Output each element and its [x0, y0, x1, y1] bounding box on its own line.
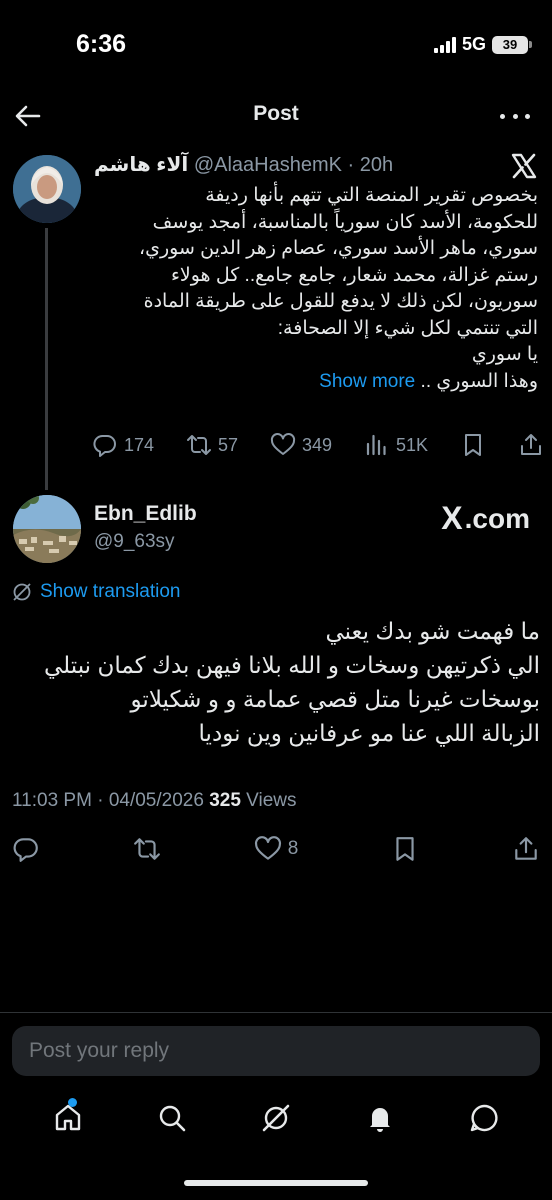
share-button[interactable] — [518, 432, 544, 458]
bottom-nav — [0, 1098, 552, 1138]
reply-button[interactable] — [12, 835, 40, 863]
signal-icon — [433, 36, 456, 53]
source-watermark: X .com — [441, 500, 530, 537]
notifications-icon — [370, 1108, 390, 1132]
heart-icon — [270, 433, 296, 455]
share-icon — [515, 837, 537, 860]
post-date: 04/05/2026 — [108, 790, 204, 811]
avatar[interactable] — [13, 495, 81, 563]
repost-count: 57 — [218, 434, 239, 455]
bookmark-button[interactable] — [391, 835, 419, 863]
post-line: وهذا السوري .. — [420, 370, 538, 392]
show-translation-label: Show translation — [40, 581, 181, 602]
post-last-line: وهذا السوري .. Show more — [94, 369, 538, 396]
post-line: التي تنتمي لكل شيء إلا الصحافة: — [277, 317, 538, 339]
views-count[interactable]: 325 — [209, 790, 241, 811]
author-name[interactable]: Ebn_Edlib — [94, 502, 197, 526]
x-brand-icon: X — [441, 500, 463, 536]
quoted-post-text: بخصوص تقرير المنصة التي تتهم بأنها رديفة… — [94, 183, 538, 395]
reply-button[interactable]: 174 — [92, 432, 154, 458]
post-line: للحكومة، الأسد كان سورياً بالمناسبة، أمج… — [152, 211, 538, 233]
like-button[interactable]: 8 — [254, 835, 299, 863]
divider — [0, 1012, 552, 1013]
repost-icon — [187, 435, 212, 455]
thread-connector — [45, 228, 48, 490]
post-line: ما فهمت شو بدك يعني — [325, 618, 540, 644]
author-handle[interactable]: @9_63sy — [94, 531, 175, 553]
bookmark-button[interactable] — [460, 432, 486, 458]
home-icon — [55, 1104, 81, 1131]
x-logo-icon — [510, 152, 538, 180]
quoted-post-header: آلاء هاشم @AlaaHashemK · 20h — [94, 152, 393, 177]
repost-button[interactable]: 57 — [186, 432, 238, 458]
views-count: 51K — [396, 434, 429, 455]
home-indicator — [184, 1180, 368, 1186]
search-icon — [159, 1105, 186, 1132]
status-time: 6:36 — [76, 30, 127, 58]
separator-dot: · — [341, 154, 360, 176]
post-line: يا سوري — [471, 344, 538, 365]
like-count: 349 — [302, 434, 333, 455]
author-handle[interactable]: @AlaaHashemK — [194, 154, 342, 176]
nav-home[interactable] — [48, 1098, 88, 1138]
post-line: بخصوص تقرير المنصة التي تتهم بأنها رديفة — [205, 185, 538, 206]
show-translation-button[interactable]: Show translation — [12, 581, 180, 603]
post-line: الي ذكرتيهن وسخات و الله بلانا فيهن بدك … — [44, 652, 540, 678]
show-more-link[interactable]: Show more — [319, 371, 415, 392]
repost-button[interactable] — [133, 835, 161, 863]
bookmark-icon — [396, 837, 414, 861]
heart-icon — [254, 836, 281, 860]
author-name[interactable]: آلاء هاشم — [94, 154, 188, 176]
globe-slash-icon — [13, 583, 31, 601]
reply-icon — [93, 435, 116, 457]
share-icon — [521, 434, 541, 455]
reply-icon — [13, 838, 38, 862]
post-line: الزبالة اللي عنا مو عرفانين وين نوديا — [198, 720, 540, 746]
status-indicators: 5G 39 — [433, 34, 532, 55]
views-button[interactable]: 51K — [364, 432, 428, 458]
repost-icon — [133, 838, 160, 860]
network-label: 5G — [461, 34, 486, 54]
source-suffix: .com — [464, 502, 530, 534]
nav-notifications[interactable] — [360, 1098, 400, 1138]
post-line: بوسخات غيرنا متل قصي عمامة و و شكيلاتو — [130, 686, 540, 712]
bookmark-icon — [465, 434, 482, 456]
nav-grok[interactable] — [256, 1098, 296, 1138]
main-post-text: ما فهمت شو بدك يعني الي ذكرتيهن وسخات و … — [12, 614, 540, 750]
reply-count: 174 — [124, 434, 155, 455]
views-icon — [366, 434, 386, 456]
profile-photo-icon — [13, 495, 81, 563]
grok-icon — [262, 1104, 290, 1132]
post-time: 20h — [359, 154, 394, 176]
like-button[interactable]: 349 — [270, 432, 332, 458]
more-options-button[interactable] — [500, 104, 530, 128]
reply-placeholder: Post your reply — [29, 1039, 170, 1062]
battery-icon: 39 — [492, 35, 532, 54]
messages-icon — [470, 1104, 498, 1132]
page-title: Post — [253, 102, 299, 125]
views-label: Views — [240, 790, 297, 811]
main-post-actions: 8 — [12, 835, 540, 863]
share-button[interactable] — [512, 835, 540, 863]
quoted-post-actions: 174 57 349 51K — [92, 432, 544, 458]
post-line: سوري، ماهر الأسد سوري، عصام زهر الدين سو… — [138, 238, 538, 259]
post-line: رستم غزالة، محمد شعار، جامع جامع.. كل هو… — [170, 264, 538, 286]
nav-messages[interactable] — [464, 1098, 504, 1138]
profile-photo-icon — [13, 155, 81, 223]
notification-dot — [68, 1098, 77, 1107]
post-meta: 11:03 PM · 04/05/2026 325 Views — [12, 790, 297, 812]
separator-dot: · — [91, 790, 109, 811]
post-time: 11:03 PM — [12, 790, 92, 811]
reply-input[interactable]: Post your reply — [12, 1026, 540, 1076]
nav-search[interactable] — [152, 1098, 192, 1138]
avatar[interactable] — [13, 155, 81, 223]
like-count: 8 — [287, 838, 299, 859]
post-line: سوريون، لكن ذلك لا يدفع للقول على طريقة … — [143, 291, 538, 312]
battery-level: 39 — [492, 35, 528, 54]
